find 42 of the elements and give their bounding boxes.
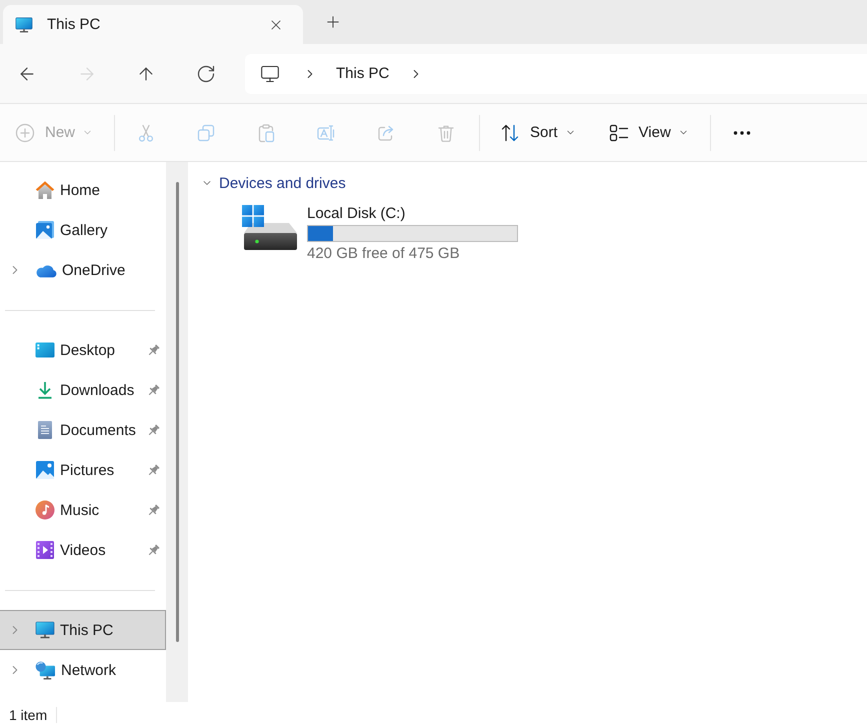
image-icon — [35, 460, 55, 480]
drive-name: Local Disk (C:) — [307, 205, 406, 223]
rename-icon — [316, 122, 336, 142]
sidebar-item[interactable]: Desktop — [0, 330, 166, 370]
sort-arrows-icon — [500, 122, 520, 142]
hard-drive-icon — [242, 205, 298, 251]
film-icon — [35, 540, 55, 560]
free-space-text: 420 GB free of 475 GB — [307, 245, 461, 263]
scrollbar-thumb[interactable] — [176, 182, 178, 642]
sidebar-item[interactable]: Pictures — [0, 450, 166, 490]
sidebar-item[interactable]: Home — [0, 170, 166, 210]
sidebar-item[interactable]: Music — [0, 490, 166, 530]
item-count: 1 item — [9, 706, 58, 722]
sidebar-item[interactable]: Gallery — [0, 210, 166, 250]
trash-icon — [436, 122, 456, 142]
image-stack-icon — [35, 220, 55, 240]
tab[interactable]: This PC — [3, 5, 303, 44]
sidebar-item[interactable]: Network — [0, 650, 166, 690]
sidebar-item[interactable]: Videos — [0, 530, 166, 570]
breadcrumb-item[interactable]: This PC — [336, 65, 390, 82]
sidebar-item[interactable]: Downloads — [0, 370, 166, 410]
copy-icon — [196, 122, 216, 142]
sidebar-item[interactable]: OneDrive — [0, 250, 166, 290]
network-icon — [35, 660, 56, 680]
view-button[interactable]: View — [600, 114, 697, 150]
music-note-icon — [35, 500, 55, 520]
address-bar[interactable]: This PC — [245, 54, 867, 94]
sidebar-item[interactable]: Documents — [0, 410, 166, 450]
document-icon — [35, 420, 55, 440]
view-layout-icon — [608, 122, 629, 142]
sidebar-item[interactable]: This PC — [0, 610, 166, 650]
desktop-icon — [35, 340, 55, 360]
monitor-icon — [260, 64, 280, 84]
cloud-icon — [35, 262, 57, 278]
ellipsis-icon — [732, 130, 752, 134]
clipboard-icon — [256, 122, 276, 142]
group-header[interactable]: Devices and drives — [201, 172, 346, 194]
monitor-icon — [35, 621, 55, 639]
monitor-icon — [15, 16, 33, 32]
home-icon — [35, 180, 55, 200]
plus-circle-icon — [15, 122, 35, 142]
sort-button[interactable]: Sort — [491, 114, 584, 150]
